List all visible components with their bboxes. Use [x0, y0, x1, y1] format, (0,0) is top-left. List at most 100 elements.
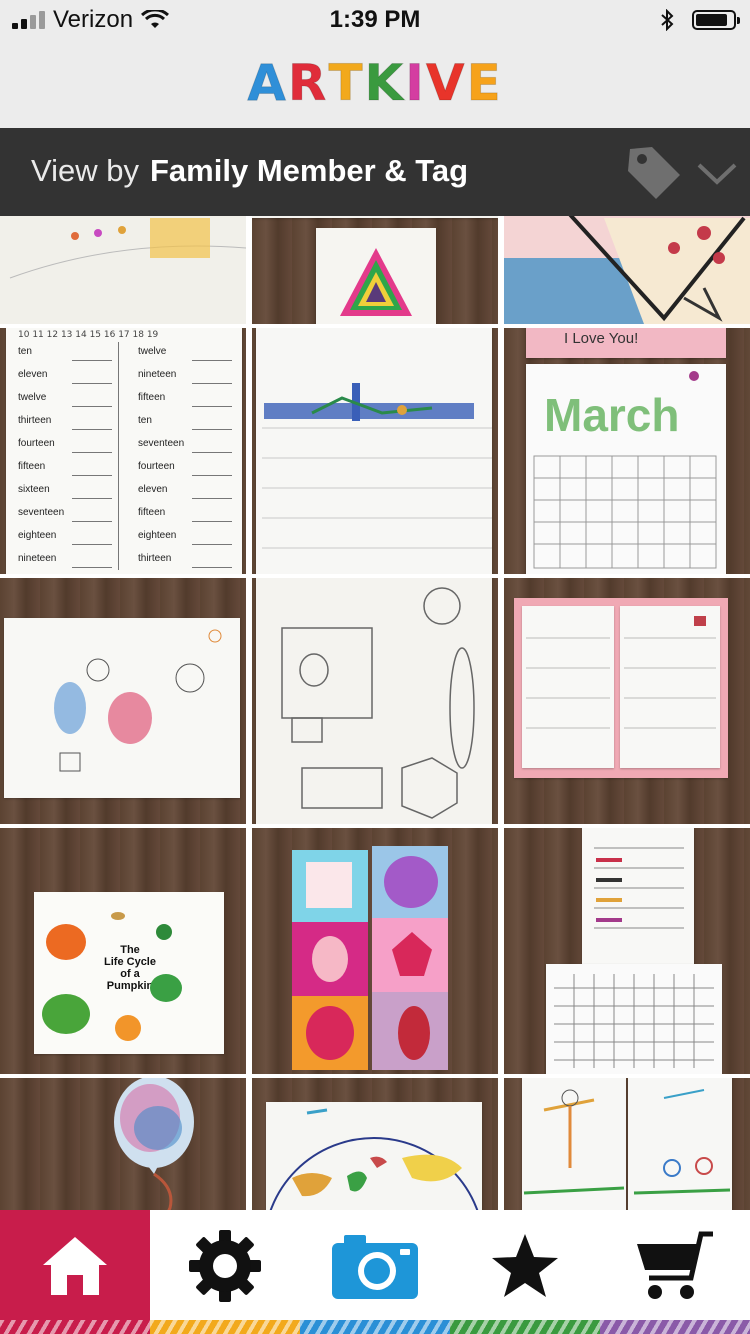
- view-by-value[interactable]: Family Member & Tag: [150, 153, 468, 189]
- answer-line: [72, 544, 112, 545]
- chevron-down-icon[interactable]: [696, 162, 738, 186]
- worksheet-left-column: ten eleven twelve thirteen fourteen fifteen si…: [18, 346, 118, 574]
- worksheet-row: twelve: [18, 392, 118, 415]
- answer-line: [192, 406, 232, 407]
- artwork-thumbnail: [269, 1108, 479, 1210]
- artwork-tile[interactable]: [0, 578, 246, 824]
- worksheet-row: eighteen: [18, 530, 118, 553]
- artwork-tile[interactable]: [252, 578, 498, 824]
- artwork-tile[interactable]: [504, 1078, 750, 1210]
- view-by-bar[interactable]: View by Family Member & Tag: [0, 128, 750, 216]
- answer-line: [72, 383, 112, 384]
- tab-home[interactable]: [0, 1210, 150, 1334]
- tab-camera[interactable]: [300, 1210, 450, 1334]
- tag-icon[interactable]: [626, 143, 684, 201]
- artwork-tile[interactable]: [252, 828, 498, 1074]
- answer-line: [192, 383, 232, 384]
- worksheet-row: seventeen: [138, 438, 238, 461]
- battery-fill: [696, 14, 727, 26]
- artwork-thumbnail: [262, 383, 492, 549]
- app-header: ARTKIVE: [0, 40, 750, 128]
- worksheet-row: ten: [138, 415, 238, 438]
- home-icon: [43, 1237, 107, 1295]
- worksheet-word: nineteen: [138, 369, 177, 380]
- artkive-logo: ARTKIVE: [0, 54, 750, 113]
- answer-line: [192, 452, 232, 453]
- artwork-thumbnail: [9, 218, 246, 279]
- artwork-tile[interactable]: [0, 216, 246, 324]
- artwork-tile[interactable]: [504, 828, 750, 1074]
- answer-line: [72, 452, 112, 453]
- answer-line: [72, 429, 112, 430]
- answer-line: [72, 475, 112, 476]
- logo-letter: K: [364, 54, 406, 113]
- worksheet-word: seventeen: [138, 438, 185, 449]
- answer-line: [72, 567, 112, 568]
- calendar-grid: [533, 371, 717, 569]
- tab-cart[interactable]: [600, 1210, 750, 1334]
- tab-stripe: [600, 1320, 750, 1334]
- worksheet-row: twelve: [138, 346, 238, 369]
- bottom-tab-bar: [0, 1210, 750, 1334]
- cart-icon: [637, 1231, 713, 1299]
- worksheet-word: fifteen: [18, 461, 46, 472]
- logo-letter: R: [287, 54, 329, 113]
- artwork-tile[interactable]: 10 11 12 13 14 15 16 17 18 19 ten eleven t…: [0, 328, 246, 574]
- worksheet-word: fourteen: [18, 438, 55, 449]
- camera-icon: [332, 1235, 418, 1299]
- tab-favorites[interactable]: [450, 1210, 600, 1334]
- logo-letter: V: [425, 54, 467, 113]
- tab-stripe: [150, 1320, 300, 1334]
- artwork-tile[interactable]: [504, 578, 750, 824]
- worksheet-row: sixteen: [18, 484, 118, 507]
- worksheet-word: eighteen: [138, 530, 177, 541]
- worksheet-word: eleven: [18, 369, 48, 380]
- artwork-tile[interactable]: I Love You! March: [504, 328, 750, 574]
- worksheet-word: eleven: [138, 484, 168, 495]
- artwork-tile[interactable]: [0, 1078, 246, 1210]
- answer-line: [192, 360, 232, 361]
- artwork-tile[interactable]: [252, 216, 498, 324]
- worksheet-word: twelve: [138, 346, 167, 357]
- answer-line: [72, 521, 112, 522]
- view-by-label: View by: [31, 153, 139, 188]
- answer-line: [72, 498, 112, 499]
- worksheet-row: nineteen: [138, 369, 238, 392]
- worksheet-word: eighteen: [18, 530, 57, 541]
- logo-letter: I: [405, 54, 426, 113]
- worksheet-word: fifteen: [138, 507, 166, 518]
- answer-line: [192, 521, 232, 522]
- worksheet-word: twelve: [18, 392, 47, 403]
- logo-letter: T: [328, 54, 365, 113]
- tab-settings[interactable]: [150, 1210, 300, 1334]
- worksheet-right-column: twelve nineteen fifteen ten seventeen fourtee…: [138, 346, 238, 574]
- artwork-thumbnail: [114, 1078, 194, 1210]
- worksheet-row: fourteen: [138, 461, 238, 484]
- artwork-tile[interactable]: The Life Cycle of a Pumpkin: [0, 828, 246, 1074]
- artwork-thumbnail: [523, 1089, 731, 1195]
- status-bar: Verizon 1:39 PM: [0, 0, 750, 40]
- tab-stripe: [300, 1320, 450, 1334]
- worksheet-word: fifteen: [138, 392, 166, 403]
- artwork-thumbnail: [54, 629, 222, 772]
- worksheet-word: thirteen: [138, 553, 172, 564]
- worksheet-row: thirteen: [138, 553, 238, 574]
- worksheet-row: fifteen: [138, 507, 238, 530]
- answer-line: [72, 406, 112, 407]
- logo-letter: E: [466, 54, 503, 113]
- worksheet-row: eleven: [18, 369, 118, 392]
- tab-stripe: [450, 1320, 600, 1334]
- artwork-tile[interactable]: [252, 1078, 498, 1210]
- worksheet-row: thirteen: [18, 415, 118, 438]
- bluetooth-icon: [661, 9, 674, 31]
- artwork-tile[interactable]: [252, 328, 498, 574]
- worksheet-row: nineteen: [18, 553, 118, 574]
- artwork-thumbnail: [340, 248, 412, 316]
- tab-stripe: [0, 1320, 150, 1334]
- artwork-tile[interactable]: [504, 216, 750, 324]
- battery-icon: [692, 10, 740, 30]
- answer-line: [192, 498, 232, 499]
- gear-icon: [189, 1230, 261, 1302]
- status-right: [660, 6, 740, 34]
- star-icon: [492, 1234, 558, 1297]
